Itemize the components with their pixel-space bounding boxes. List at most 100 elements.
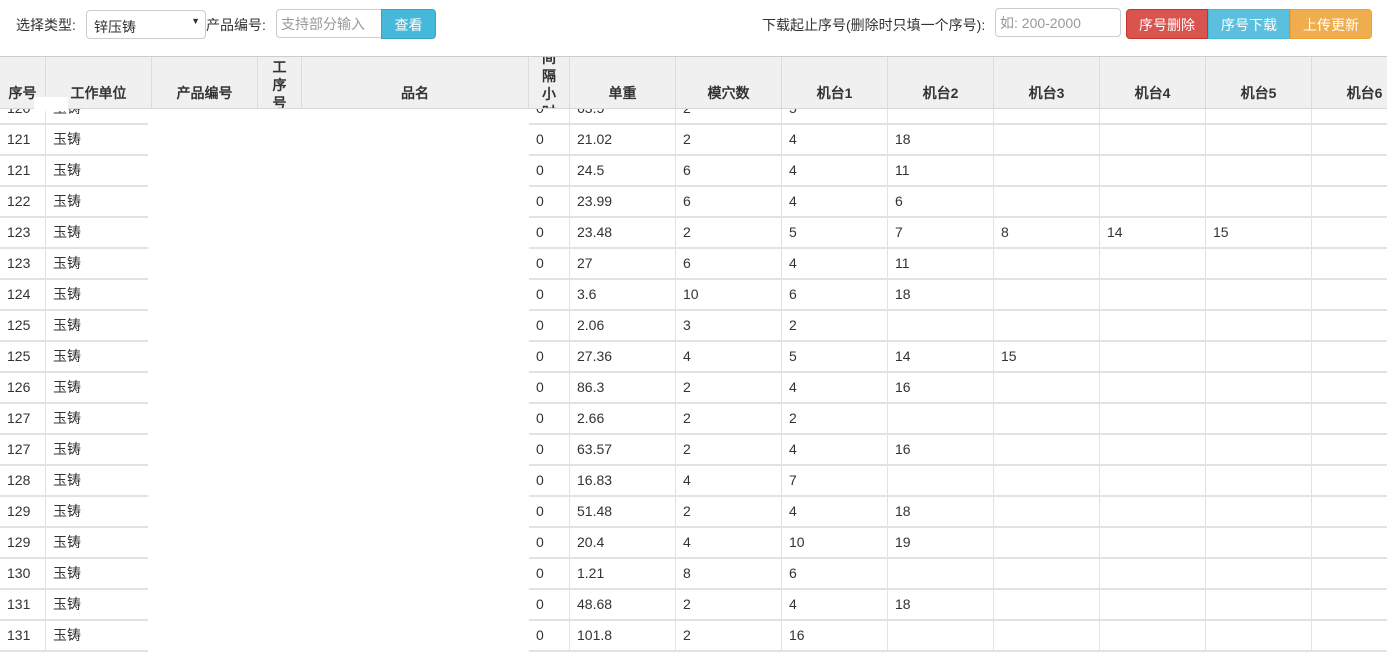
cell-machine-5 <box>1206 311 1312 342</box>
cell-machine-6 <box>1312 125 1387 156</box>
cell-machine-3 <box>994 435 1100 466</box>
header-col-cavity-count[interactable]: 模穴数 <box>676 57 782 108</box>
cell-machine-1: 4 <box>782 156 888 187</box>
cell-machine-5 <box>1206 559 1312 590</box>
cell-machine-1: 4 <box>782 187 888 218</box>
delete-by-index-button[interactable]: 序号删除 <box>1126 9 1208 39</box>
cell-machine-4 <box>1100 311 1206 342</box>
cell-machine-2: 18 <box>888 590 994 621</box>
cell-machine-1: 4 <box>782 249 888 280</box>
cell-machine-2: 11 <box>888 249 994 280</box>
cell-machine-4 <box>1100 156 1206 187</box>
cell-machine-5 <box>1206 528 1312 559</box>
cell-work-unit: 玉铸 <box>46 497 152 528</box>
cell-cavity-count: 6 <box>676 249 782 280</box>
cell-machine-2: 16 <box>888 373 994 404</box>
cell-work-unit: 玉铸 <box>46 590 152 621</box>
header-col-machine-2[interactable]: 机台2 <box>888 57 994 108</box>
cell-machine-6 <box>1312 404 1387 435</box>
type-label: 选择类型: <box>16 17 76 33</box>
cell-index: 129 <box>0 528 46 559</box>
cell-machine-1: 6 <box>782 559 888 590</box>
cell-interval-hours: 0 <box>529 621 570 652</box>
cell-work-unit: 玉铸 <box>46 249 152 280</box>
view-button[interactable]: 查看 <box>381 9 436 39</box>
cell-machine-4 <box>1100 590 1206 621</box>
product-label: 产品编号: <box>206 17 266 33</box>
cell-machine-6 <box>1312 218 1387 249</box>
cell-machine-4 <box>1100 342 1206 373</box>
cell-work-unit: 玉铸 <box>46 156 152 187</box>
cell-machine-4 <box>1100 125 1206 156</box>
header-col-machine-4[interactable]: 机台4 <box>1100 57 1206 108</box>
header-col-machine-1[interactable]: 机台1 <box>782 57 888 108</box>
cell-unit-weight: 23.48 <box>570 218 676 249</box>
cell-machine-2: 18 <box>888 125 994 156</box>
cell-machine-4 <box>1100 404 1206 435</box>
cell-cavity-count: 2 <box>676 125 782 156</box>
cell-unit-weight: 2.66 <box>570 404 676 435</box>
cell-index: 123 <box>0 249 46 280</box>
cell-machine-6 <box>1312 373 1387 404</box>
cell-machine-1: 4 <box>782 497 888 528</box>
cell-work-unit: 玉铸 <box>46 528 152 559</box>
type-select[interactable]: 锌压铸 ▼ <box>86 10 206 39</box>
cell-machine-6 <box>1312 156 1387 187</box>
cell-machine-2: 16 <box>888 435 994 466</box>
cell-machine-3: 15 <box>994 342 1100 373</box>
cell-machine-3 <box>994 404 1100 435</box>
cell-machine-1: 4 <box>782 590 888 621</box>
cell-machine-2 <box>888 621 994 652</box>
cell-machine-4 <box>1100 528 1206 559</box>
cell-unit-weight: 48.68 <box>570 590 676 621</box>
header-col-machine-6[interactable]: 机台6 <box>1312 57 1387 108</box>
cell-machine-6 <box>1312 528 1387 559</box>
cell-machine-5 <box>1206 280 1312 311</box>
cell-cavity-count: 2 <box>676 590 782 621</box>
upload-update-button[interactable]: 上传更新 <box>1290 9 1372 39</box>
cell-unit-weight: 20.4 <box>570 528 676 559</box>
cell-machine-5 <box>1206 435 1312 466</box>
header-col-product-code[interactable]: 产品编号 <box>152 57 258 108</box>
cell-unit-weight: 1.21 <box>570 559 676 590</box>
cell-machine-6 <box>1312 497 1387 528</box>
cell-machine-5 <box>1206 125 1312 156</box>
download-by-index-button[interactable]: 序号下载 <box>1208 9 1290 39</box>
cell-work-unit: 玉铸 <box>46 404 152 435</box>
cell-machine-3 <box>994 373 1100 404</box>
cell-machine-3 <box>994 249 1100 280</box>
cell-machine-2: 18 <box>888 497 994 528</box>
cell-machine-3 <box>994 156 1100 187</box>
cell-machine-5 <box>1206 621 1312 652</box>
cell-machine-3 <box>994 528 1100 559</box>
cell-cavity-count: 3 <box>676 311 782 342</box>
product-search-input[interactable] <box>276 9 382 38</box>
header-col-unit-weight[interactable]: 单重 <box>570 57 676 108</box>
cell-index: 128 <box>0 466 46 497</box>
cell-cavity-count: 2 <box>676 435 782 466</box>
cell-cavity-count: 6 <box>676 156 782 187</box>
cell-cavity-count: 4 <box>676 466 782 497</box>
cell-machine-4 <box>1100 497 1206 528</box>
cell-unit-weight: 21.02 <box>570 125 676 156</box>
header-col-process-no[interactable]: 工序号 <box>258 57 302 108</box>
cell-interval-hours: 0 <box>529 404 570 435</box>
header-col-machine-5[interactable]: 机台5 <box>1206 57 1312 108</box>
cell-interval-hours: 0 <box>529 435 570 466</box>
cell-work-unit: 玉铸 <box>46 435 152 466</box>
cell-machine-2 <box>888 404 994 435</box>
range-input[interactable] <box>995 8 1121 37</box>
cell-interval-hours: 0 <box>529 249 570 280</box>
header-col-product-name[interactable]: 品名 <box>302 57 529 108</box>
cell-interval-hours: 0 <box>529 125 570 156</box>
cell-machine-1: 2 <box>782 404 888 435</box>
header-col-interval-hours[interactable]: 间隔小时 <box>529 57 570 108</box>
cell-cavity-count: 2 <box>676 218 782 249</box>
header-col-machine-3[interactable]: 机台3 <box>994 57 1100 108</box>
cell-machine-2 <box>888 466 994 497</box>
cell-machine-2 <box>888 311 994 342</box>
cell-machine-2: 7 <box>888 218 994 249</box>
cell-unit-weight: 27.36 <box>570 342 676 373</box>
range-label: 下载起止序号(删除时只填一个序号): <box>762 17 986 33</box>
cell-index: 129 <box>0 497 46 528</box>
